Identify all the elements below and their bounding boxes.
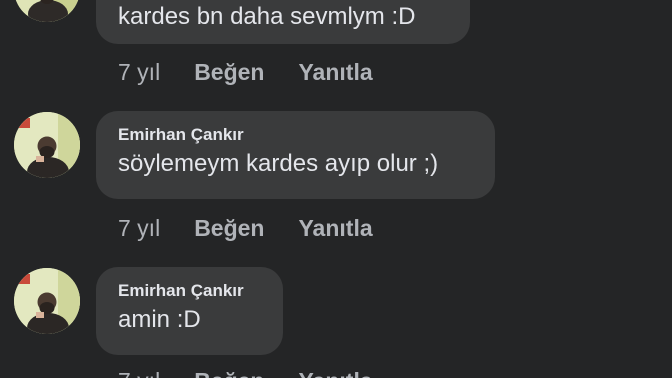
comment-thread: kardes bn daha sevmlym :D 7 yıl Beğen Ya… [0, 0, 672, 378]
reply-button[interactable]: Yanıtla [298, 59, 372, 86]
comment-bubble: Emirhan Çankır söylemeym kardes ayıp olu… [96, 111, 495, 199]
comment-bubble: Emirhan Çankır amin :D [96, 267, 283, 355]
comment-actions: 7 yıl Beğen Yanıtla [118, 213, 373, 243]
profile-photo-icon [14, 268, 80, 334]
avatar[interactable] [14, 268, 80, 334]
comment-author[interactable]: Emirhan Çankır [118, 281, 261, 301]
profile-photo-icon [14, 112, 80, 178]
comment-text: amin :D [118, 306, 201, 333]
like-button[interactable]: Beğen [194, 215, 264, 242]
comment-text: söylemeym kardes ayıp olur ;) [118, 150, 439, 177]
reply-button[interactable]: Yanıtla [298, 215, 372, 242]
comment-actions: 7 yıl Beğen Yanıtla [118, 57, 373, 87]
avatar[interactable] [14, 0, 80, 22]
profile-photo-icon [14, 0, 80, 22]
like-button[interactable]: Beğen [194, 368, 264, 378]
comment-timestamp: 7 yıl [118, 58, 161, 85]
comment-timestamp: 7 yıl [118, 214, 161, 241]
avatar[interactable] [14, 112, 80, 178]
comment-actions: 7 yıl Beğen Yanıtla [118, 366, 373, 378]
comment-timestamp: 7 yıl [118, 368, 160, 378]
comment-text: kardes bn daha sevmlym :D [118, 3, 416, 30]
like-button[interactable]: Beğen [194, 59, 264, 86]
reply-button[interactable]: Yanıtla [298, 368, 372, 378]
comment-author[interactable]: Emirhan Çankır [118, 125, 473, 145]
comment-bubble: kardes bn daha sevmlym :D [96, 0, 470, 44]
